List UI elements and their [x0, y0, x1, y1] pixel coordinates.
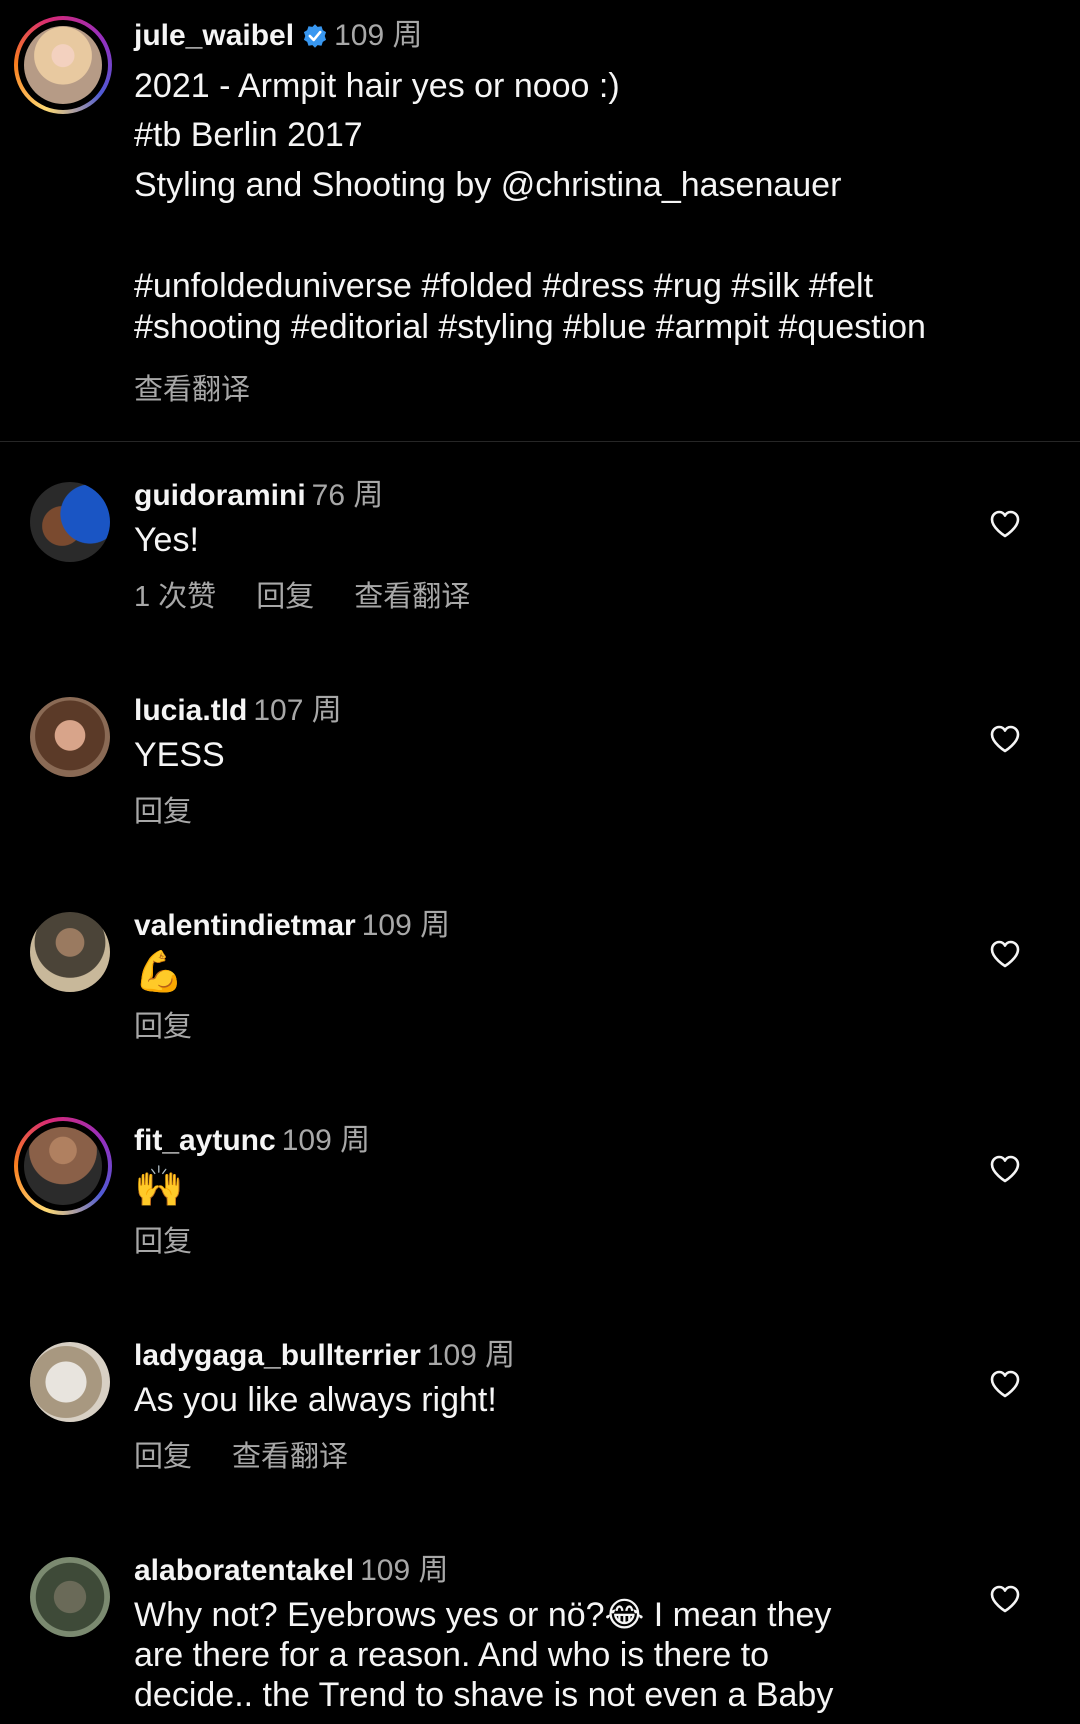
comment-text: Yes!: [134, 521, 199, 559]
heart-icon[interactable]: [990, 1585, 1020, 1613]
comment-header: guidoramini 76 周: [134, 478, 383, 514]
comment-header: lucia.tld 107 周: [134, 693, 342, 729]
comment-text: As you like always right!: [134, 1381, 497, 1419]
avatar[interactable]: [30, 482, 110, 562]
comment-actions: 回复: [134, 1010, 232, 1044]
comment-username[interactable]: alaboratentakel: [134, 1554, 354, 1587]
comment-text: 💪: [134, 950, 184, 994]
comment-actions: 回复: [134, 795, 232, 829]
avatar[interactable]: [30, 912, 110, 992]
timestamp: 109 周: [361, 909, 451, 942]
comment-item: ladygaga_bullterrier 109 周 As you like al…: [0, 1339, 1080, 1556]
see-translation-link[interactable]: 查看翻译: [232, 1441, 348, 1473]
heart-icon[interactable]: [990, 510, 1020, 538]
heart-icon[interactable]: [990, 1155, 1020, 1183]
verified-badge-icon: [304, 24, 327, 48]
story-ring[interactable]: [14, 1117, 112, 1215]
comment-actions: 回复 查看翻译: [134, 1440, 388, 1474]
heart-icon[interactable]: [990, 940, 1020, 968]
comment-text-line: Why not? Eyebrows yes or nö?😂 I mean the…: [134, 1596, 832, 1634]
post-caption: jule_waibel 109 周 2021 - Armpit hair yes …: [0, 0, 1080, 441]
comment-item: guidoramini 76 周 Yes! 1 次赞 回复 查看翻译: [0, 479, 1080, 696]
avatar[interactable]: [30, 1342, 110, 1422]
avatar[interactable]: [24, 26, 102, 104]
comment-header: ladygaga_bullterrier 109 周: [134, 1338, 515, 1374]
divider: [0, 441, 1080, 442]
caption-line: 2021 - Armpit hair yes or nooo :): [134, 67, 620, 105]
comment-header: alaboratentakel 109 周: [134, 1553, 448, 1589]
comment-header: fit_aytunc 109 周: [134, 1123, 370, 1159]
like-count[interactable]: 1 次赞: [134, 581, 216, 613]
comment-text-line: decide.. the Trend to shave is not even …: [134, 1676, 834, 1714]
caption-hashtags[interactable]: #shooting #editorial #styling #blue #arm…: [134, 307, 926, 348]
caption-line[interactable]: #tb Berlin 2017: [134, 115, 363, 156]
timestamp: 107 周: [253, 694, 342, 727]
username[interactable]: jule_waibel: [134, 19, 294, 52]
comment-username[interactable]: fit_aytunc: [134, 1124, 276, 1157]
comment-item: lucia.tld 107 周 YESS 回复: [0, 694, 1080, 911]
see-translation-link[interactable]: 查看翻译: [354, 581, 470, 613]
comment-username[interactable]: lucia.tld: [134, 694, 247, 727]
reply-button[interactable]: 回复: [256, 581, 314, 613]
avatar[interactable]: [24, 1127, 102, 1205]
avatar[interactable]: [30, 1557, 110, 1637]
story-ring[interactable]: [14, 16, 112, 114]
caption-header: jule_waibel 109 周: [134, 18, 422, 54]
comment-username[interactable]: valentindietmar: [134, 909, 356, 942]
comment-item: fit_aytunc 109 周 🙌 回复: [0, 1117, 1080, 1341]
comment-text: 🙌: [134, 1165, 184, 1209]
comment-text-line: are there for a reason. And who is there…: [134, 1636, 770, 1674]
timestamp: 109 周: [360, 1554, 449, 1587]
timestamp: 109 周: [281, 1124, 371, 1157]
comment-username[interactable]: ladygaga_bullterrier: [134, 1339, 421, 1372]
reply-button[interactable]: 回复: [134, 1226, 192, 1258]
reply-button[interactable]: 回复: [134, 796, 192, 828]
avatar[interactable]: [30, 697, 110, 777]
timestamp: 76 周: [311, 479, 384, 512]
comment-actions: 1 次赞 回复 查看翻译: [134, 580, 510, 614]
reply-button[interactable]: 回复: [134, 1441, 192, 1473]
reply-button[interactable]: 回复: [134, 1011, 192, 1043]
comment-item: valentindietmar 109 周 💪 回复: [0, 909, 1080, 1126]
comment-username[interactable]: guidoramini: [134, 479, 306, 512]
comment-header: valentindietmar 109 周: [134, 908, 450, 944]
caption-line[interactable]: Styling and Shooting by @christina_hasen…: [134, 165, 841, 206]
comment-text: YESS: [134, 736, 225, 774]
comment-actions: 回复: [134, 1225, 232, 1259]
heart-icon[interactable]: [990, 1370, 1020, 1398]
see-translation-link[interactable]: 查看翻译: [134, 366, 250, 408]
timestamp: 109 周: [334, 19, 423, 52]
caption-hashtags[interactable]: #unfoldeduniverse #folded #dress #rug #s…: [134, 266, 873, 307]
timestamp: 109 周: [426, 1339, 516, 1372]
heart-icon[interactable]: [990, 725, 1020, 753]
comment-item: alaboratentakel 109 周 Why not? Eyebrows y…: [0, 1554, 1080, 1724]
